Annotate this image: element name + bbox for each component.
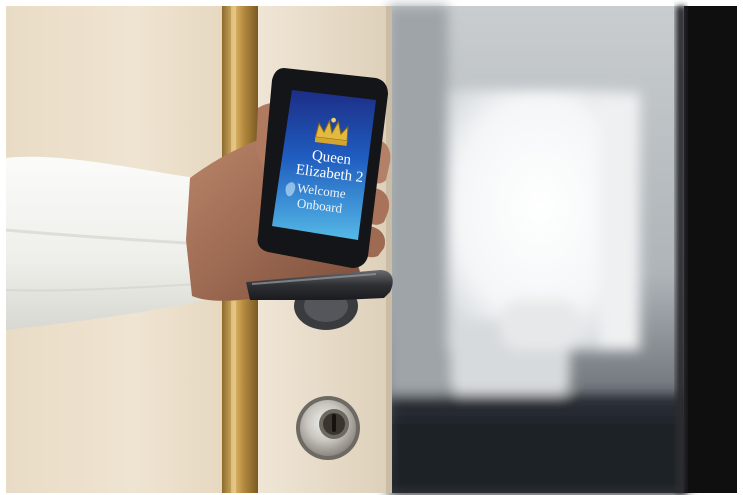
photo-scene: Queen Elizabeth 2 Welcome Onboard	[0, 0, 743, 495]
smartphone: Queen Elizabeth 2 Welcome Onboard	[257, 68, 388, 268]
blurred-room-background	[388, 6, 737, 495]
shirt-sleeve	[5, 156, 216, 330]
lock-cylinder	[296, 396, 360, 460]
